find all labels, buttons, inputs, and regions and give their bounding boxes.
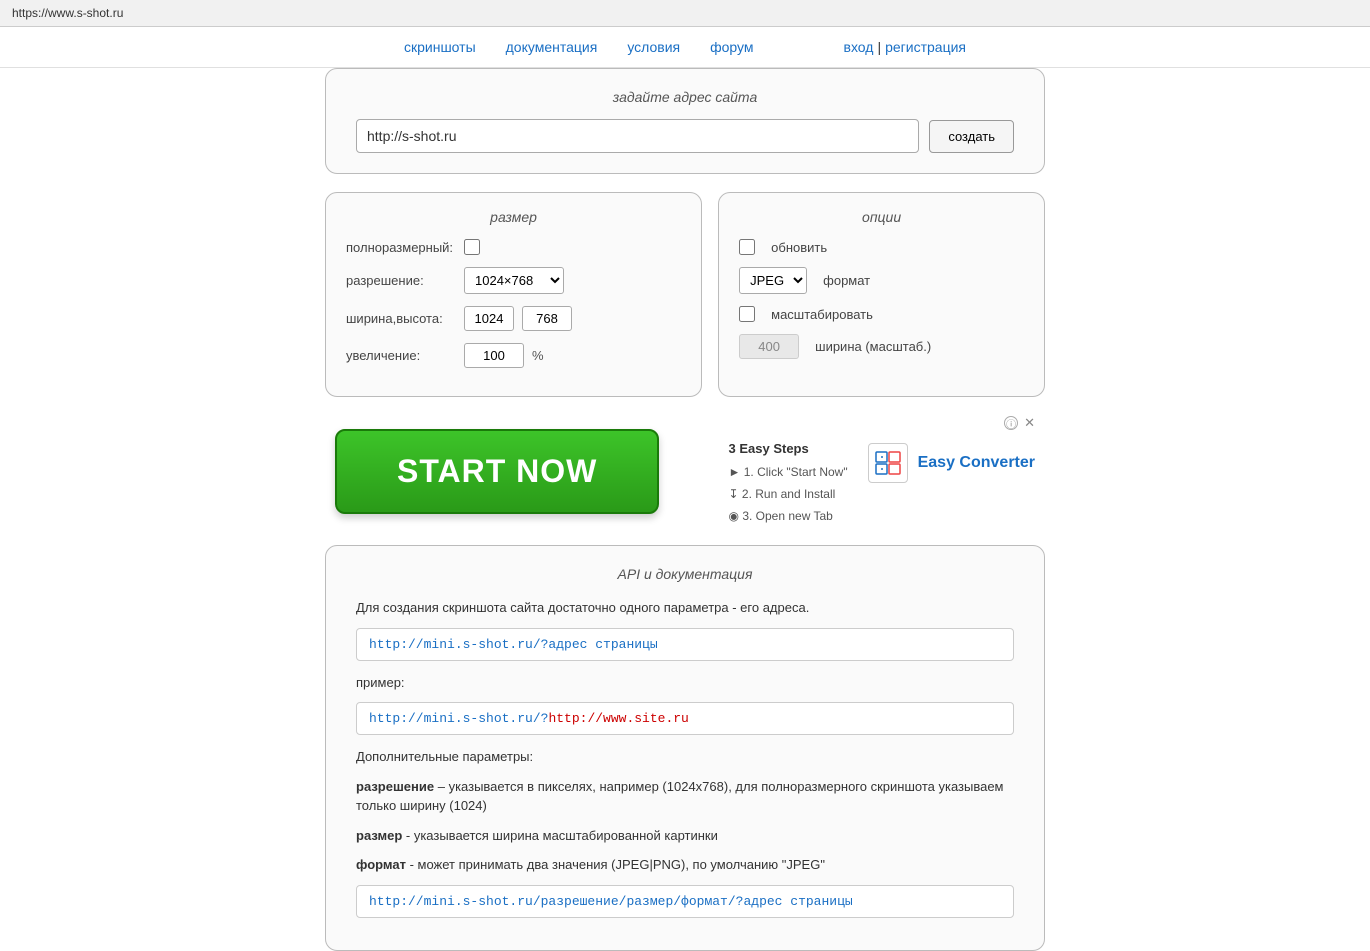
top-nav: скриншоты документация условия форум вхо… [0,27,1370,68]
url-row: создать [356,119,1014,153]
fullsize-label: полноразмерный: [346,240,456,255]
size-title: размер [346,209,681,225]
api-code2: http://mini.s-shot.ru/?http://www.site.r… [356,702,1014,735]
close-ad-button[interactable]: ✕ [1024,415,1035,431]
converter-icon [868,443,908,483]
zoom-unit: % [532,348,544,363]
size-section: размер полноразмерный: разрешение: 1024×… [325,192,702,397]
scale-row: масштабировать [739,306,1024,322]
resolution-label: разрешение: [346,273,456,288]
scale-width-input[interactable] [739,334,799,359]
create-button[interactable]: создать [929,120,1014,153]
fullsize-checkbox[interactable] [464,239,480,255]
refresh-label: обновить [771,240,1024,255]
ad-content: 3 Easy Steps ► 1. Click "Start Now" ↧ 2.… [729,437,1035,527]
nav-forum[interactable]: форум [710,39,753,55]
dimensions-row: ширина,высота: [346,306,681,331]
browser-url: https://www.s-shot.ru [12,6,123,20]
param3-name: формат [356,857,406,872]
ad-steps: 3 Easy Steps ► 1. Click "Start Now" ↧ 2.… [729,437,848,527]
resolution-select[interactable]: 1024×768 800×600 1280×1024 1920×1080 [464,267,564,294]
height-input[interactable] [522,306,572,331]
step1: ► 1. Click "Start Now" [729,462,848,484]
scale-width-row: ширина (масштаб.) [739,334,1024,359]
extra-params-label: Дополнительные параметры: [356,747,1014,767]
start-now-button[interactable]: START NOW [335,429,659,514]
zoom-input[interactable] [464,343,524,368]
dimensions-label: ширина,высота: [346,311,456,326]
refresh-checkbox[interactable] [739,239,755,255]
converter-label: Easy Converter [918,454,1035,472]
scale-checkbox[interactable] [739,306,755,322]
param2-name: размер [356,828,402,843]
info-icon[interactable]: ⓘ [1004,416,1018,430]
param3-desc: формат - может принимать два значения (J… [356,855,1014,875]
nav-separator: | [877,39,881,55]
fullsize-row: полноразмерный: [346,239,681,255]
nav-register[interactable]: регистрация [885,39,966,55]
nav-screenshots[interactable]: скриншоты [404,39,476,55]
steps-title: 3 Easy Steps [729,437,848,460]
scale-label: масштабировать [771,307,1024,322]
nav-docs[interactable]: документация [506,39,598,55]
param1-name: разрешение [356,779,434,794]
resolution-row: разрешение: 1024×768 800×600 1280×1024 1… [346,267,681,294]
step2: ↧ 2. Run and Install [729,484,848,506]
size-options-row: размер полноразмерный: разрешение: 1024×… [325,192,1045,397]
browser-bar: https://www.s-shot.ru [0,0,1370,27]
zoom-row: увеличение: % [346,343,681,368]
width-input[interactable] [464,306,514,331]
api-desc1: Для создания скриншота сайта достаточно … [356,598,1014,618]
refresh-row: обновить [739,239,1024,255]
options-title: опции [739,209,1024,225]
api-code3: http://mini.s-shot.ru/разрешение/размер/… [356,885,1014,918]
example-label: пример: [356,673,1014,693]
param1-desc: разрешение – указывается в пикселях, нап… [356,777,1014,816]
api-section: API и документация Для создания скриншот… [325,545,1045,951]
url-section-title: задайте адрес сайта [356,89,1014,105]
ad-area: START NOW ⓘ ✕ 3 Easy Steps ► 1. Click "S… [325,415,1045,527]
step3: ◉ 3. Open new Tab [729,506,848,528]
format-row: JPEG PNG формат [739,267,1024,294]
ad-converter: Easy Converter [868,443,1035,483]
ad-right: ⓘ ✕ 3 Easy Steps ► 1. Click "Start Now" … [729,415,1035,527]
scale-width-label: ширина (масштаб.) [815,339,1024,354]
ad-info-bar: ⓘ ✕ [1004,415,1035,431]
param2-desc: размер - указывается ширина масштабирова… [356,826,1014,846]
api-code1: http://mini.s-shot.ru/?адрес страницы [356,628,1014,661]
options-section: опции обновить JPEG PNG формат масштабир… [718,192,1045,397]
format-select[interactable]: JPEG PNG [739,267,807,294]
nav-terms[interactable]: условия [627,39,680,55]
api-title: API и документация [356,566,1014,582]
zoom-label: увеличение: [346,348,456,363]
url-input[interactable] [356,119,919,153]
nav-login[interactable]: вход [844,39,874,55]
url-section: задайте адрес сайта создать [325,68,1045,174]
format-label: формат [823,273,1024,288]
